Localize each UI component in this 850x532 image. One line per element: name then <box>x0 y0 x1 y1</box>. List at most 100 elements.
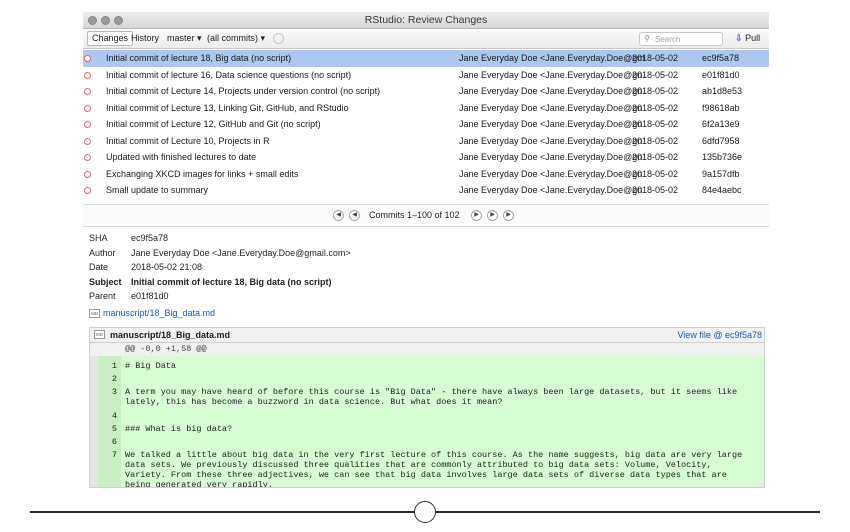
next-page-button[interactable]: ▶ <box>471 210 482 221</box>
sha-value: ec9f5a78 <box>131 233 169 243</box>
subject-value: Initial commit of lecture 18, Big data (… <box>131 277 332 287</box>
diff-line-number: 2 <box>111 374 117 384</box>
refresh-icon[interactable] <box>273 33 284 44</box>
date-value: 2018-05-02 21:08 <box>131 262 203 272</box>
commit-subject: Initial commit of lecture 16, Data scien… <box>106 69 352 80</box>
view-file-link[interactable]: View file @ ec9f5a78 <box>677 328 762 342</box>
parent-value: e01f81d0 <box>131 291 169 301</box>
chevron-down-icon: ▾ <box>260 33 266 43</box>
diff-line-number: 7 <box>111 450 117 460</box>
commit-list: Initial commit of lecture 18, Big data (… <box>83 49 769 204</box>
commit-sha: 135b736e <box>702 152 743 162</box>
diff-line-number: 5 <box>111 424 117 434</box>
commit-subject: Initial commit of lecture 18, Big data (… <box>106 53 292 63</box>
diff-line-text: We talked a little about big data in the… <box>125 450 743 488</box>
search-input[interactable] <box>655 33 719 45</box>
graph-node-icon <box>84 170 91 178</box>
title-bar: RStudio: Review Changes <box>83 12 769 29</box>
markdown-file-icon: MD <box>89 309 100 318</box>
commit-row[interactable]: Updated with finished lectures to date Ja… <box>83 149 769 166</box>
commit-date: 2018-05-02 <box>632 86 679 96</box>
commit-subject: Updated with finished lectures to date <box>106 152 257 162</box>
graph-node-icon <box>84 187 91 194</box>
hunk-range: @@ -0,0 +1,58 @@ <box>125 344 207 354</box>
diff-line-number: 4 <box>111 411 117 421</box>
graph-node-icon <box>84 55 91 62</box>
sha-label: SHA <box>89 233 108 243</box>
diff-line-number: 3 <box>111 387 117 397</box>
diff-gutter <box>90 356 98 487</box>
commit-date: 2018-05-02 <box>632 69 679 80</box>
commit-sha: 6dfd7958 <box>702 135 740 146</box>
commit-row[interactable]: Initial commit of Lecture 13, Linking Gi… <box>83 100 769 117</box>
subject-label: Subject <box>89 277 122 287</box>
search-icon: ⚲ <box>644 34 650 43</box>
date-label: Date <box>89 262 109 272</box>
graph-node-icon <box>84 137 91 145</box>
commit-sha: ab1d8e53 <box>702 86 743 96</box>
diff-line-text: ### What is big data? <box>125 424 233 434</box>
prev-page-button[interactable]: ◀ <box>349 210 360 221</box>
branch-dropdown[interactable]: master ▾ <box>167 32 202 45</box>
review-changes-window: RStudio: Review Changes Changes History … <box>83 12 769 488</box>
parent-label: Parent <box>89 291 116 301</box>
commit-subject: Initial commit of Lecture 14, Projects u… <box>106 86 381 96</box>
slide-progress-marker <box>414 501 436 523</box>
markdown-file-icon: MD <box>94 330 105 339</box>
commit-row[interactable]: Exchanging XKCD images for links + small… <box>83 166 769 183</box>
changed-file-link[interactable]: manuscript/18_Big_data.md <box>103 308 215 318</box>
diff-viewer: MD manuscript/18_Big_data.md View file @… <box>89 327 765 488</box>
commit-sha: e01f81d0 <box>702 69 740 80</box>
commits-filter-label: (all commits) <box>207 33 258 43</box>
commit-row[interactable]: Small update to summary Jane Everyday Doe… <box>83 182 769 199</box>
diff-line-number: 6 <box>111 437 117 447</box>
commit-subject: Exchanging XKCD images for links + small… <box>106 168 299 179</box>
window-title: RStudio: Review Changes <box>364 14 488 26</box>
commits-filter-dropdown[interactable]: (all commits) ▾ <box>207 32 265 45</box>
author-label: Author <box>89 248 116 258</box>
chevron-down-icon: ▾ <box>197 33 202 43</box>
pull-label: Pull <box>745 33 761 43</box>
commit-row[interactable]: Initial commit of Lecture 12, GitHub and… <box>83 116 769 133</box>
commit-row[interactable]: Initial commit of lecture 18, Big data (… <box>83 50 769 67</box>
diff-line-text: # Big Data <box>125 361 177 371</box>
commit-date: 2018-05-02 <box>632 185 679 195</box>
diff-line-number: 1 <box>111 361 117 371</box>
first-page-button[interactable]: ◀ <box>333 210 344 221</box>
commit-row[interactable]: Initial commit of Lecture 10, Projects i… <box>83 133 769 150</box>
commit-sha: ec9f5a78 <box>702 53 740 63</box>
diff-hunk-header: @@ -0,0 +1,58 @@ <box>90 343 764 356</box>
commit-date: 2018-05-02 <box>632 102 679 113</box>
commit-pager: ◀ ◀ Commits 1–100 of 102 ▶ ▶ ▶ <box>83 204 769 227</box>
commit-date: 2018-05-02 <box>632 135 679 146</box>
forward-page-button[interactable]: ▶ <box>487 210 498 221</box>
diff-line-text: A term you may have heard of before this… <box>125 387 738 407</box>
commit-subject: Initial commit of Lecture 13, Linking Gi… <box>106 102 349 113</box>
commit-row[interactable]: Initial commit of Lecture 14, Projects u… <box>83 83 769 100</box>
pull-button[interactable]: ⇩ Pull <box>735 32 760 45</box>
commit-date: 2018-05-02 <box>632 119 679 129</box>
pager-status: Commits 1–100 of 102 <box>369 210 460 220</box>
commit-sha: f98618ab <box>702 102 740 113</box>
commit-subject: Initial commit of Lecture 12, GitHub and… <box>106 119 321 129</box>
diff-file-header: MD manuscript/18_Big_data.md View file @… <box>90 328 764 343</box>
pull-arrow-icon: ⇩ <box>735 33 743 43</box>
commit-sha: 9a157dfb <box>702 168 740 179</box>
commit-row[interactable]: Initial commit of lecture 16, Data scien… <box>83 67 769 84</box>
graph-node-icon <box>84 71 91 79</box>
branch-label: master <box>167 33 195 43</box>
commit-sha: 6f2a13e9 <box>702 119 740 129</box>
search-box[interactable]: ⚲ <box>639 32 723 46</box>
commit-subject: Small update to summary <box>106 185 209 195</box>
toolbar: Changes History master ▾ (all commits) ▾… <box>83 29 769 49</box>
graph-node-icon <box>84 104 91 112</box>
commit-date: 2018-05-02 <box>632 152 679 162</box>
commit-date: 2018-05-02 <box>632 168 679 179</box>
graph-node-icon <box>84 88 91 95</box>
diff-file-name: manuscript/18_Big_data.md <box>110 330 231 340</box>
commit-date: 2018-05-02 <box>632 53 679 63</box>
commit-sha: 84e4aebc <box>702 185 742 195</box>
last-page-button[interactable]: ▶ <box>503 210 514 221</box>
tab-history[interactable]: History <box>127 31 163 46</box>
graph-node-icon <box>84 154 91 161</box>
